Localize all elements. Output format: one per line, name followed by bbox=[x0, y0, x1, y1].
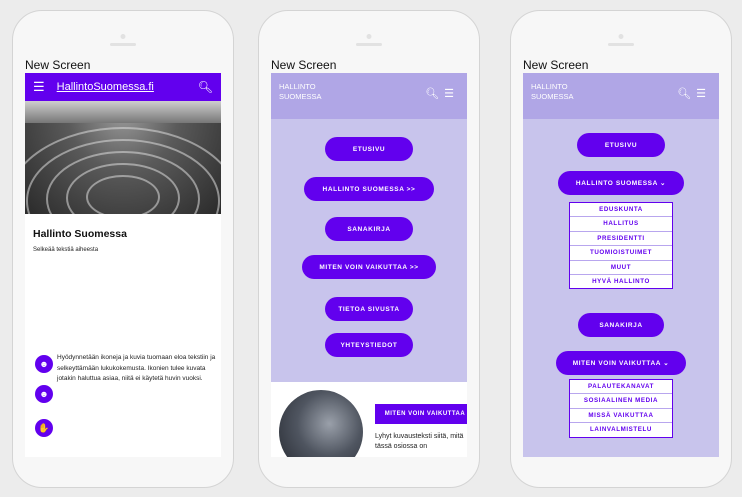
menu-button-yhteystiedot[interactable]: YHTEYSTIEDOT bbox=[325, 333, 413, 357]
camera-dot bbox=[120, 34, 126, 39]
submenu-item-palautekanavat[interactable]: PALAUTEKANAVAT bbox=[570, 380, 672, 395]
search-icon[interactable]: 🔍︎ bbox=[198, 80, 213, 94]
app-title-line2: SUOMESSA bbox=[279, 92, 322, 101]
submenu-item-presidentti[interactable]: PRESIDENTTI bbox=[570, 232, 672, 247]
menu-button-hallinto[interactable]: HALLINTO SUOMESSA ⌄ bbox=[558, 171, 684, 195]
section-heading: Hallinto Suomessa bbox=[33, 228, 127, 240]
speaker-slot bbox=[110, 43, 136, 46]
app-title: HALLINTO SUOMESSA bbox=[531, 73, 677, 102]
feature-card: MITEN VOIN VAIKUTTAA Lyhyt kuvausteksti … bbox=[271, 382, 467, 457]
menu-button-sanakirja[interactable]: SANAKIRJA bbox=[578, 313, 664, 337]
parliament-hall-image bbox=[25, 101, 221, 214]
app-title-line1: HALLINTO bbox=[279, 82, 316, 91]
screen-3: HALLINTO SUOMESSA 🔍︎☰ ETUSIVU HALLINTO S… bbox=[523, 73, 719, 457]
menu-button-tietoa[interactable]: TIETOA SIVUSTA bbox=[325, 297, 413, 321]
submenu-item-tuomioistuimet[interactable]: TUOMIOISTUIMET bbox=[570, 246, 672, 261]
camera-dot bbox=[618, 34, 624, 39]
app-title-line2: SUOMESSA bbox=[531, 92, 574, 101]
app-bar-icons: 🔍︎☰ bbox=[425, 73, 459, 100]
menu-button-etusivu[interactable]: ETUSIVU bbox=[577, 133, 665, 157]
card-button[interactable]: MITEN VOIN VAIKUTTAA bbox=[375, 404, 467, 424]
menu-button-sanakirja[interactable]: SANAKIRJA bbox=[325, 217, 413, 241]
speaker-slot bbox=[356, 43, 382, 46]
menu-button-vaikuttaa[interactable]: MITEN VOIN VAIKUTTAA ⌄ bbox=[556, 351, 686, 375]
hamburger-menu-icon[interactable]: ☰ bbox=[444, 88, 459, 100]
phone-mockup-3: New Screen HALLINTO SUOMESSA 🔍︎☰ ETUSIVU… bbox=[510, 10, 732, 488]
app-bar: HALLINTO SUOMESSA 🔍︎☰ bbox=[271, 73, 467, 119]
submenu-hallinto: EDUSKUNTA HALLITUS PRESIDENTTI TUOMIOIST… bbox=[569, 202, 673, 290]
screen-label: New Screen bbox=[271, 58, 337, 72]
submenu-item-hallitus[interactable]: HALLITUS bbox=[570, 217, 672, 232]
icon-description-text: Hyödynnetään ikoneja ja kuvia tuomaan el… bbox=[57, 354, 216, 382]
menu-button-hallinto[interactable]: HALLINTO SUOMESSA >> bbox=[304, 177, 434, 201]
submenu-item-hyva-hallinto[interactable]: HYVÄ HALLINTO bbox=[570, 275, 672, 288]
submenu-item-lainvalmistelu[interactable]: LAINVALMISTELU bbox=[570, 423, 672, 436]
menu-button-etusivu[interactable]: ETUSIVU bbox=[325, 137, 413, 161]
phone-mockup-2: New Screen HALLINTO SUOMESSA 🔍︎☰ ETUSIVU… bbox=[258, 10, 480, 488]
search-icon[interactable]: 🔍︎ bbox=[425, 88, 444, 100]
section-body-text: Selkeää tekstiä aiheesta bbox=[33, 247, 99, 253]
app-title-line1: HALLINTO bbox=[531, 82, 568, 91]
submenu-item-sosiaalinen-media[interactable]: SOSIAALINEN MEDIA bbox=[570, 394, 672, 409]
face-icon-2[interactable]: ☻ bbox=[35, 385, 53, 403]
submenu-item-missa-vaikuttaa[interactable]: MISSÄ VAIKUTTAA bbox=[570, 409, 672, 424]
screen-label: New Screen bbox=[523, 58, 589, 72]
face-icon[interactable]: ☻ bbox=[35, 355, 53, 373]
app-bar: ☰ HallintoSuomessa.fi 🔍︎ bbox=[25, 73, 221, 101]
app-title-link[interactable]: HallintoSuomessa.fi bbox=[57, 81, 198, 93]
card-description: Lyhyt kuvausteksti siitä, mitä tässä osi… bbox=[375, 433, 464, 450]
hamburger-menu-icon[interactable]: ☰ bbox=[33, 79, 45, 95]
screen-2: HALLINTO SUOMESSA 🔍︎☰ ETUSIVU HALLINTO S… bbox=[271, 73, 467, 457]
submenu-item-muut[interactable]: MUUT bbox=[570, 261, 672, 275]
submenu-vaikuttaa: PALAUTEKANAVAT SOSIAALINEN MEDIA MISSÄ V… bbox=[569, 379, 673, 438]
screen-label: New Screen bbox=[25, 58, 91, 72]
hand-icon[interactable]: ✋ bbox=[35, 419, 53, 437]
app-bar-icons: 🔍︎☰ bbox=[677, 73, 711, 100]
person-photo bbox=[279, 390, 363, 457]
app-bar: HALLINTO SUOMESSA 🔍︎☰ bbox=[523, 73, 719, 119]
search-icon[interactable]: 🔍︎ bbox=[677, 88, 696, 100]
camera-dot bbox=[366, 34, 372, 39]
phone-mockup-1: New Screen ☰ HallintoSuomessa.fi 🔍︎ Hall… bbox=[12, 10, 234, 488]
screen-1: ☰ HallintoSuomessa.fi 🔍︎ Hallinto Suomes… bbox=[25, 73, 221, 457]
speaker-slot bbox=[608, 43, 634, 46]
app-title: HALLINTO SUOMESSA bbox=[279, 73, 425, 102]
submenu-item-eduskunta[interactable]: EDUSKUNTA bbox=[570, 203, 672, 218]
menu-button-vaikuttaa[interactable]: MITEN VOIN VAIKUTTAA >> bbox=[302, 255, 436, 279]
hamburger-menu-icon[interactable]: ☰ bbox=[696, 88, 711, 100]
